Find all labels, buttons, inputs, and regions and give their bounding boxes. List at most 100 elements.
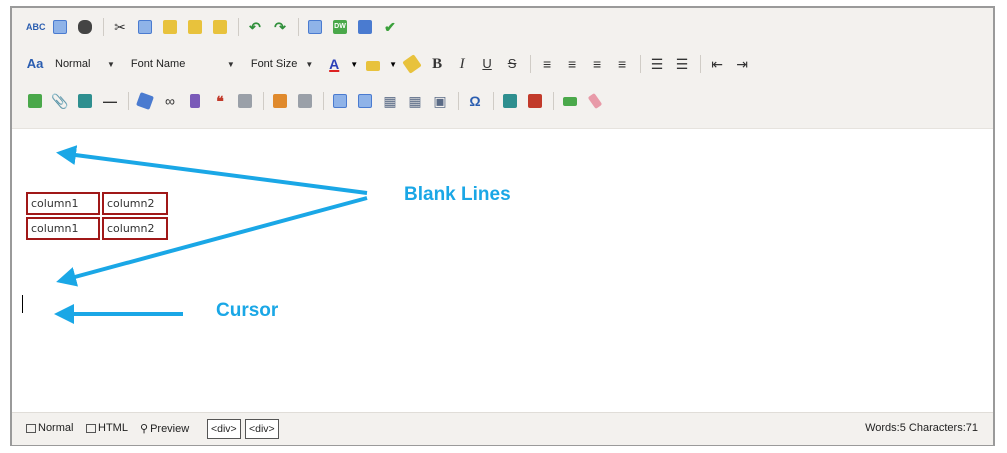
horizontal-rule-icon[interactable]: — xyxy=(101,92,119,110)
print-icon[interactable] xyxy=(51,18,69,36)
editing-area[interactable]: column1 column2 column1 column2 xyxy=(12,128,993,413)
spellcheck-icon[interactable]: ABC xyxy=(26,18,46,36)
special-char-icon[interactable]: Ω xyxy=(466,92,484,110)
dreamweaver-icon[interactable]: DW xyxy=(331,18,349,36)
word-icon[interactable] xyxy=(356,18,374,36)
text-cursor xyxy=(22,295,23,313)
insert-table-icon[interactable] xyxy=(331,92,349,110)
toolbar: ABC ✂ ↶ ↷ DW ✔ Aa Normal ▼ Font Name ▼ F… xyxy=(12,8,993,128)
ordered-list-icon[interactable]: ☰ xyxy=(648,55,666,73)
template-icon[interactable] xyxy=(306,18,324,36)
annotation-cursor: Cursor xyxy=(216,300,279,321)
content-table[interactable]: column1 column2 column1 column2 xyxy=(24,190,170,242)
table-cell[interactable]: column2 xyxy=(102,192,168,215)
mode-html-label: HTML xyxy=(98,422,128,434)
tag-path-button[interactable]: <div> xyxy=(245,419,279,439)
align-right-icon[interactable]: ≡ xyxy=(588,55,606,73)
anchor-icon[interactable] xyxy=(136,92,154,110)
cell-properties-icon[interactable]: ▣ xyxy=(431,92,449,110)
unlink-icon[interactable] xyxy=(186,92,204,110)
separator xyxy=(238,18,239,36)
insert-media-icon[interactable] xyxy=(76,92,94,110)
align-left-icon[interactable]: ≡ xyxy=(538,55,556,73)
annotation-blank-lines: Blank Lines xyxy=(404,184,511,205)
separator xyxy=(553,92,554,110)
italic-icon[interactable]: I xyxy=(453,55,471,73)
mode-normal-button[interactable]: Normal xyxy=(26,422,73,434)
strikethrough-icon[interactable]: S xyxy=(503,55,521,73)
unordered-list-icon[interactable]: ☰ xyxy=(673,55,691,73)
table-cell[interactable]: column1 xyxy=(26,217,100,240)
separator xyxy=(493,92,494,110)
separator xyxy=(263,92,264,110)
separator xyxy=(458,92,459,110)
indent-icon[interactable]: ⇥ xyxy=(733,55,751,73)
table-row: column1 column2 xyxy=(26,192,168,215)
font-size-combo[interactable]: Font Size ▼ xyxy=(247,54,317,74)
word-char-count: Words:5 Characters:71 xyxy=(865,422,978,434)
table-row: column1 column2 xyxy=(26,217,168,240)
insert-box-icon[interactable] xyxy=(526,92,544,110)
font-name-combo[interactable]: Font Name ▼ xyxy=(127,54,239,74)
style-combo[interactable]: Normal ▼ xyxy=(51,54,119,74)
mode-normal-label: Normal xyxy=(38,422,74,434)
chevron-down-icon[interactable]: ▼ xyxy=(389,60,397,69)
check-icon[interactable]: ✔ xyxy=(381,18,399,36)
insert-layer-icon[interactable] xyxy=(561,92,579,110)
style-combo-value: Normal xyxy=(55,58,91,70)
magnifier-icon: ⚲ xyxy=(140,423,149,435)
chevron-down-icon: ▼ xyxy=(107,59,115,69)
separator xyxy=(103,18,104,36)
insert-widget-icon[interactable] xyxy=(501,92,519,110)
insert-form-icon[interactable] xyxy=(271,92,289,110)
copy-icon[interactable] xyxy=(136,18,154,36)
eraser-icon[interactable] xyxy=(586,92,604,110)
normal-mode-icon xyxy=(26,423,36,433)
highlight-color-icon[interactable] xyxy=(364,55,382,73)
undo-icon[interactable]: ↶ xyxy=(246,18,264,36)
insert-page-icon[interactable] xyxy=(236,92,254,110)
separator xyxy=(323,92,324,110)
table-cell[interactable]: column2 xyxy=(102,217,168,240)
mode-preview-button[interactable]: ⚲ Preview xyxy=(140,422,190,436)
mode-html-button[interactable]: HTML xyxy=(86,422,128,434)
link-icon[interactable]: ∞ xyxy=(161,92,179,110)
paste-word-icon[interactable] xyxy=(186,18,204,36)
attachment-icon[interactable]: 📎 xyxy=(51,92,69,110)
mode-preview-label: Preview xyxy=(150,422,190,435)
font-color-icon[interactable]: A xyxy=(325,55,343,73)
insert-row-icon[interactable]: ▦ xyxy=(381,92,399,110)
separator xyxy=(700,55,702,73)
paste-icon[interactable] xyxy=(161,18,179,36)
status-bar: Normal HTML ⚲ Preview <div> <div> Words:… xyxy=(12,412,993,445)
font-name-value: Font Name xyxy=(130,58,186,70)
find-icon[interactable] xyxy=(76,18,94,36)
cut-icon[interactable]: ✂ xyxy=(111,18,129,36)
chevron-down-icon: ▼ xyxy=(305,59,314,69)
insert-column-icon[interactable]: ▦ xyxy=(406,92,424,110)
toolbar-row-1: ABC ✂ ↶ ↷ DW ✔ xyxy=(26,16,406,38)
editor-window: ABC ✂ ↶ ↷ DW ✔ Aa Normal ▼ Font Name ▼ F… xyxy=(10,6,995,446)
tag-path-button[interactable]: <div> xyxy=(207,419,241,439)
align-center-icon[interactable]: ≡ xyxy=(563,55,581,73)
format-brush-icon[interactable] xyxy=(402,54,422,74)
style-icon[interactable]: Aa xyxy=(26,55,44,73)
separator xyxy=(640,55,642,73)
table-cell[interactable]: column1 xyxy=(26,192,100,215)
toolbar-row-2: Aa Normal ▼ Font Name ▼ Font Size ▼ A ▼ … xyxy=(26,53,758,75)
bold-icon[interactable]: B xyxy=(428,55,446,73)
font-size-value: Font Size xyxy=(250,58,298,70)
chevron-down-icon[interactable]: ▼ xyxy=(350,60,358,69)
table-properties-icon[interactable] xyxy=(356,92,374,110)
insert-image-icon[interactable] xyxy=(26,92,44,110)
separator xyxy=(298,18,299,36)
insert-template-icon[interactable] xyxy=(296,92,314,110)
outdent-icon[interactable]: ⇤ xyxy=(708,55,726,73)
redo-icon[interactable]: ↷ xyxy=(271,18,289,36)
paste-text-icon[interactable] xyxy=(211,18,229,36)
quote-icon[interactable]: ❝ xyxy=(211,92,229,110)
justify-icon[interactable]: ≡ xyxy=(613,55,631,73)
toolbar-row-3: 📎 — ∞ ❝ ▦ ▦ ▣ Ω xyxy=(26,90,611,112)
chevron-down-icon: ▼ xyxy=(226,59,235,69)
underline-icon[interactable]: U xyxy=(478,55,496,73)
